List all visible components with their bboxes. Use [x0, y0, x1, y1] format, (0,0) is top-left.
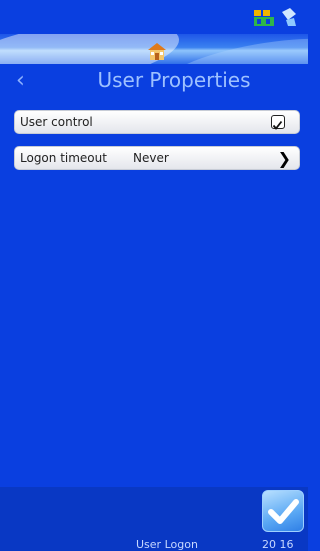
row-value: Never [133, 151, 169, 165]
chevron-right-icon: ❯ [277, 149, 291, 168]
row-user-control[interactable]: User control [14, 110, 300, 134]
home-icon[interactable] [146, 40, 168, 62]
status-network-icon [254, 10, 274, 26]
row-label: User control [20, 115, 93, 129]
footer-user: User Logon [136, 538, 198, 551]
row-logon-timeout[interactable]: Logon timeout Never ❯ [14, 146, 300, 170]
status-icons [254, 4, 302, 28]
page-title: User Properties [97, 68, 251, 92]
row-label: Logon timeout [20, 151, 107, 165]
title-row: ‹ User Properties [0, 64, 308, 100]
confirm-check-icon[interactable] [262, 490, 304, 532]
status-print-icon [280, 8, 296, 26]
user-control-checkbox[interactable] [271, 115, 285, 130]
check-icon [272, 120, 283, 130]
footer-time: 20 16 [262, 538, 294, 551]
